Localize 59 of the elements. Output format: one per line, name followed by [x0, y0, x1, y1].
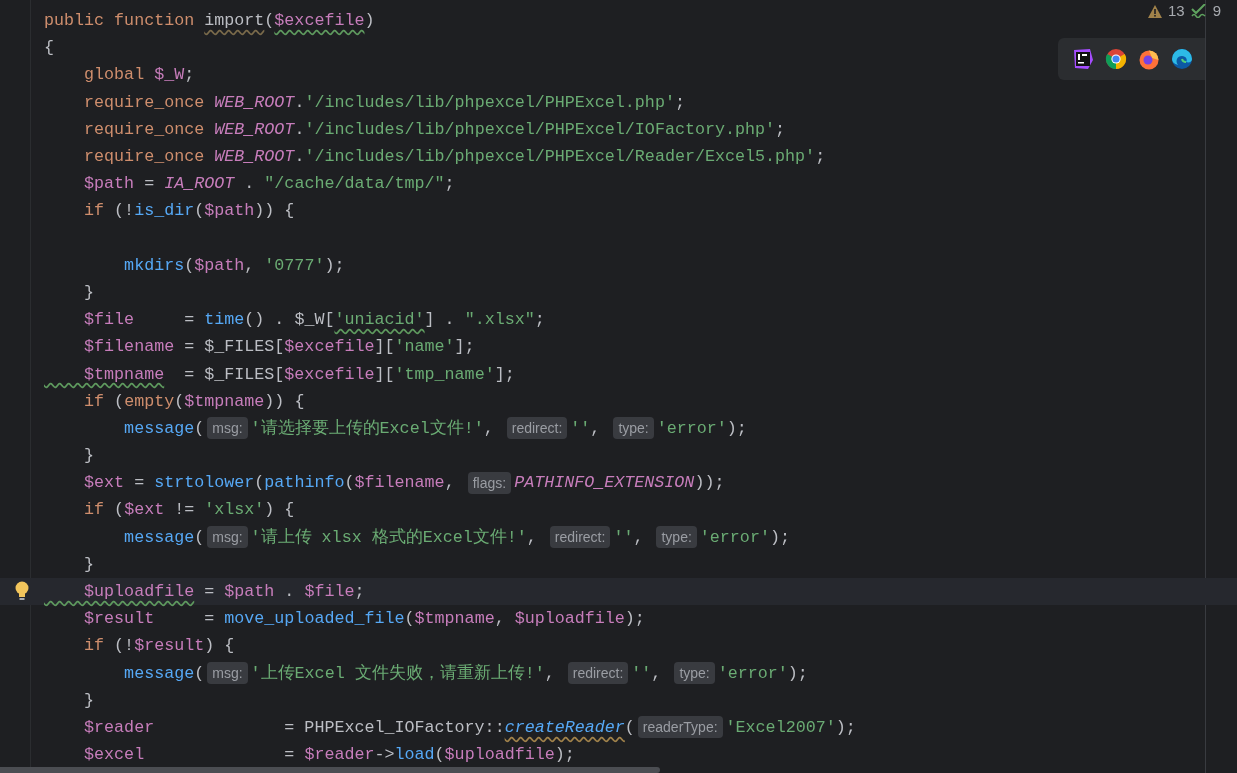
code-text: 'Excel2007');: [725, 716, 856, 739]
code-text: if (!$result) {: [83, 635, 235, 658]
parameter-hint: type:: [674, 662, 715, 685]
code-text: '',: [570, 417, 602, 440]
code-text: $excel = $reader->load($uploadfile);: [83, 744, 575, 767]
horizontal-scrollbar[interactable]: [0, 767, 660, 773]
check-icon[interactable]: [1190, 4, 1207, 19]
code-text: $filename = $_FILES[$excefile]['name'];: [83, 336, 475, 359]
code-text: public function import($excefile): [44, 10, 375, 33]
code-text: global $_W;: [83, 64, 195, 87]
code-text: $tmpname = $_FILES[$excefile]['tmp_name'];: [83, 363, 515, 386]
code-text: message(: [123, 526, 205, 549]
code-text: {: [44, 37, 54, 60]
parameter-hint: msg:: [207, 417, 248, 440]
code-text: if (!is_dir($path)) {: [83, 200, 295, 223]
parameter-hint: msg:: [207, 526, 248, 549]
code-text: 'error');: [656, 417, 747, 440]
code-text: PATHINFO_EXTENSION));: [514, 472, 725, 495]
code-text: $path = IA_ROOT . "/cache/data/tmp/";: [83, 173, 455, 196]
code-text: require_once WEB_ROOT.'/includes/lib/phpexcel/PHPExcel/IOFactory.php';: [83, 118, 786, 141]
warning-icon[interactable]: [1147, 4, 1162, 18]
parameter-hint: type:: [656, 526, 697, 549]
firefox-icon[interactable]: [1138, 48, 1160, 70]
code-text: if (empty($tmpname)) {: [83, 390, 305, 413]
parameter-hint: msg:: [207, 662, 248, 685]
code-text: message(: [123, 417, 205, 440]
code-text: }: [83, 553, 95, 576]
warning-count: 13: [1167, 1, 1185, 21]
lightbulb-icon[interactable]: [15, 580, 29, 601]
code-text: '请上传 xlsx 格式的Excel文件!',: [250, 526, 538, 549]
code-text: }: [83, 689, 95, 712]
code-text: $file = time() . $_W['uniacid'] . ".xlsx";: [83, 309, 545, 332]
code-text: $ext = strtolower(pathinfo($filename,: [83, 472, 456, 495]
parameter-hint: type:: [613, 417, 654, 440]
code-text: 'error');: [699, 526, 790, 549]
parameter-hint: readerType:: [637, 716, 723, 739]
code-text: '上传Excel 文件失败，请重新上传!',: [250, 662, 556, 685]
code-text: '',: [631, 662, 663, 685]
code-text: }: [83, 281, 95, 304]
code-text: $result = move_uploaded_file($tmpname, $uploadfile);: [83, 608, 645, 631]
code-text: $reader = PHPExcel_IOFactory::createReader(: [83, 716, 635, 739]
code-text: require_once WEB_ROOT.'/includes/lib/phpexcel/PHPExcel/Reader/Excel5.php';: [83, 146, 826, 168]
check-count: 9: [1212, 1, 1221, 21]
code-text: 'error');: [717, 662, 808, 685]
phpstorm-icon[interactable]: [1072, 48, 1094, 70]
edge-icon[interactable]: [1171, 48, 1193, 70]
code-text: '请选择要上传的Excel文件!',: [250, 417, 495, 440]
code-text: mkdirs($path, '0777');: [123, 254, 345, 277]
parameter-hint: redirect:: [549, 526, 611, 549]
code-text: }: [83, 445, 95, 468]
parameter-hint: redirect:: [506, 417, 568, 440]
code-text: if ($ext != 'xlsx') {: [83, 499, 295, 522]
parameter-hint: redirect:: [567, 662, 629, 685]
parameter-hint: flags:: [467, 471, 512, 494]
code-text: $uploadfile = $path . $file;: [83, 581, 365, 603]
chrome-icon[interactable]: [1105, 48, 1127, 70]
code-text: '',: [613, 526, 645, 549]
code-text: require_once WEB_ROOT.'/includes/lib/phpexcel/PHPExcel.php';: [83, 91, 685, 114]
code-text: message(: [123, 662, 205, 685]
